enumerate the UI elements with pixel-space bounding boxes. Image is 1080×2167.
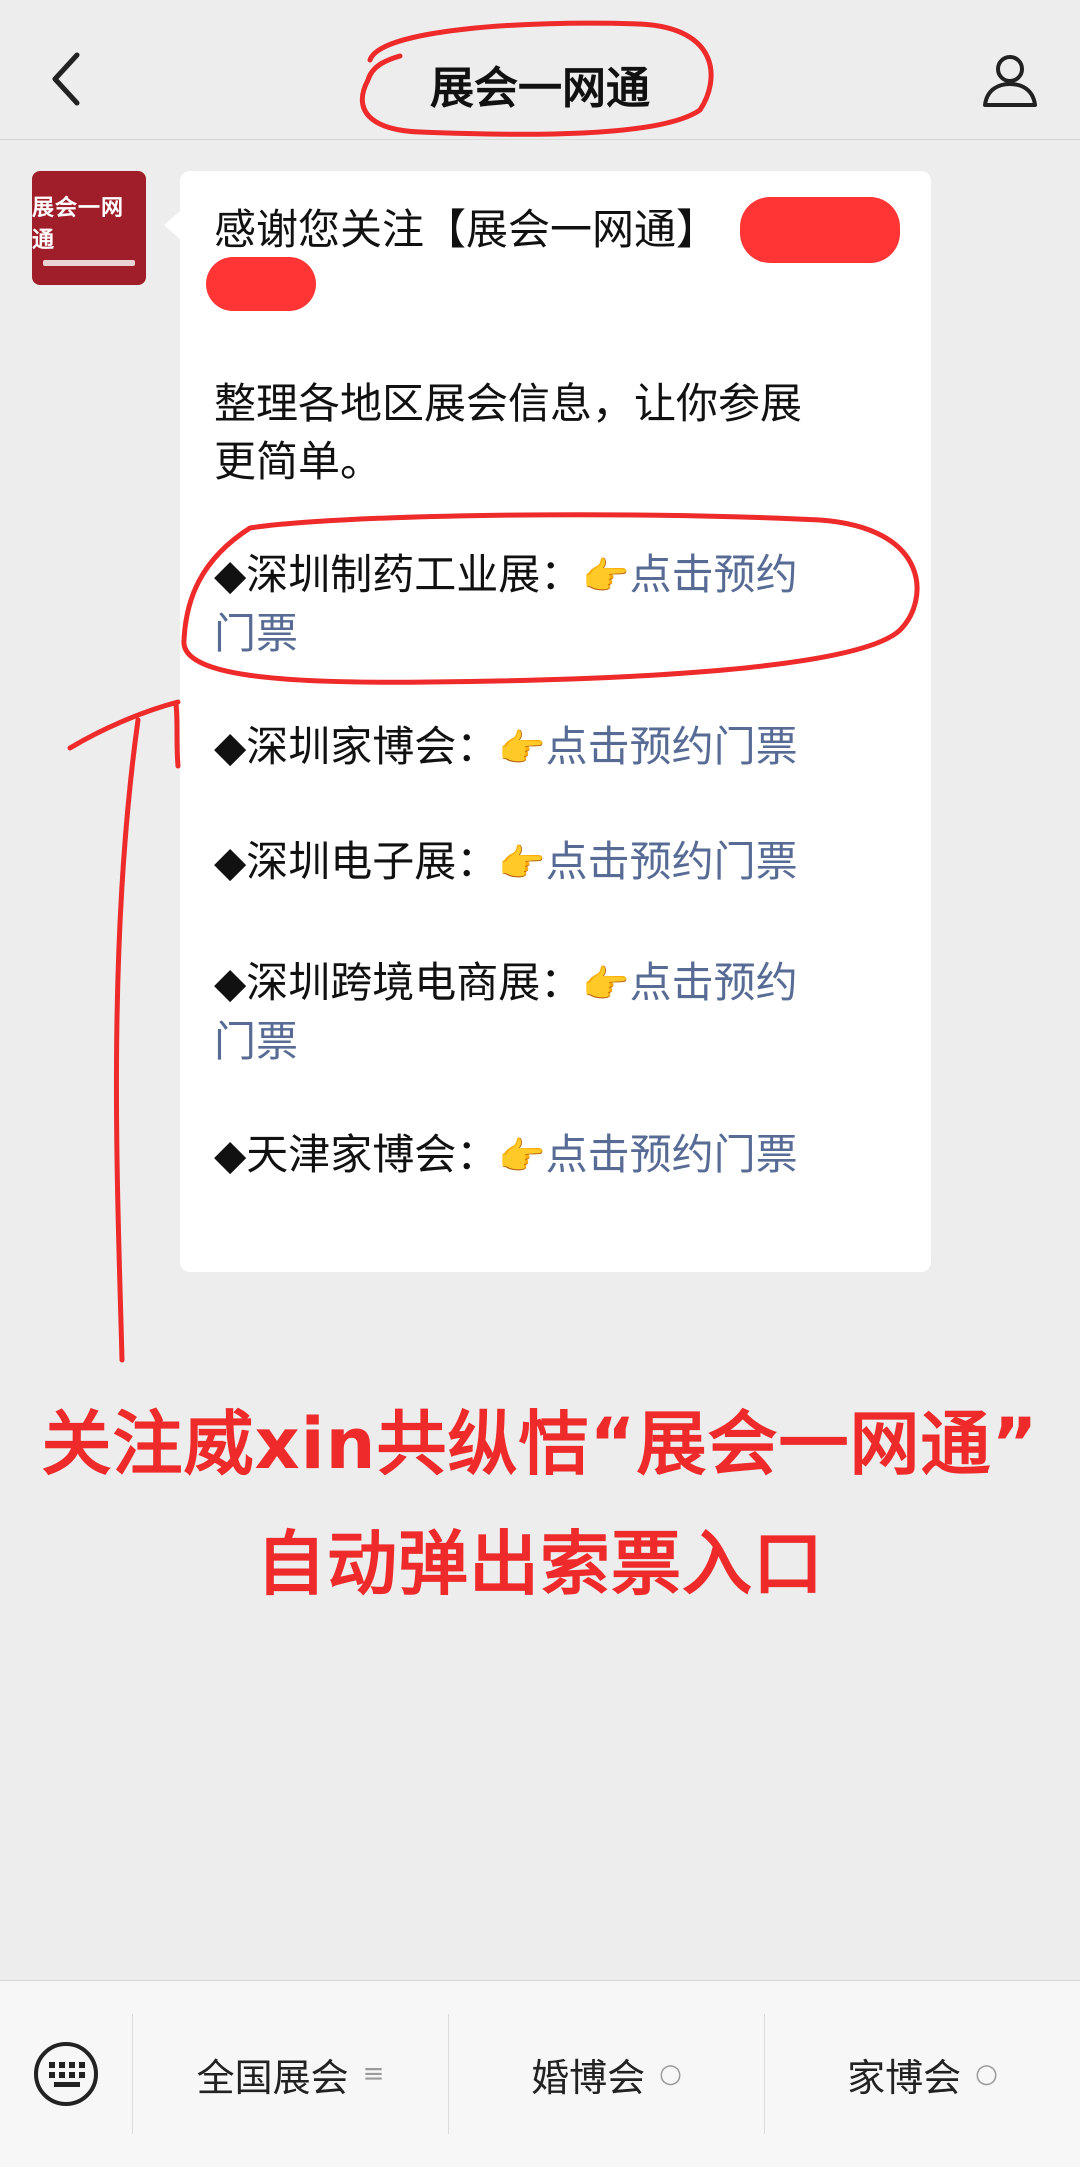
reserve-ticket-link[interactable]: 点击预约 <box>630 550 798 599</box>
reserve-ticket-link[interactable]: 点击预约 <box>630 958 798 1007</box>
item-label: ◆深圳家博会： <box>214 722 499 771</box>
menu-national-expos[interactable]: 全国展会 ≡ <box>133 2014 449 2134</box>
description-line-1: 整理各地区展会信息，让你参展 <box>214 379 803 428</box>
reserve-ticket-link-wrap[interactable]: 门票 <box>214 605 854 663</box>
hand-pointing-icon: 👉 <box>498 726 546 770</box>
message-bubble: 感谢您关注【展会一网通】 整理各地区展会信息，让你参展 更简单。 ◆深圳制药工业… <box>164 171 931 1272</box>
item-label: ◆深圳跨境电商展： <box>214 958 583 1007</box>
keyboard-toggle-button[interactable] <box>0 2014 133 2134</box>
arrow-head-annotation <box>67 699 181 769</box>
menu-label: 婚博会 <box>531 2055 646 2100</box>
hand-pointing-icon: 👉 <box>498 1134 546 1178</box>
avatar-subtitle-bar <box>43 260 135 266</box>
menu-wedding-expo[interactable]: 婚博会 ○ <box>449 2014 765 2134</box>
page-title: 展会一网通 <box>430 63 650 114</box>
item-label: ◆深圳制药工业展： <box>214 550 583 599</box>
navigation-bar: 展会一网通 <box>0 0 1080 140</box>
redaction-mark <box>740 197 900 263</box>
list-item: ◆深圳电子展：👉点击预约门票 <box>214 833 854 892</box>
account-avatar[interactable]: 展会一网通 <box>32 171 146 285</box>
reserve-ticket-link[interactable]: 点击预约门票 <box>546 1130 798 1179</box>
list-item: ◆深圳跨境电商展：👉点击预约 门票 <box>214 954 854 1071</box>
menu-label: 全国展会 <box>196 2055 349 2100</box>
reserve-ticket-link[interactable]: 点击预约门票 <box>546 837 798 886</box>
description-line-2: 更简单。 <box>214 437 383 486</box>
redaction-mark <box>206 257 316 311</box>
menu-home-expo[interactable]: 家博会 ○ <box>765 2014 1080 2134</box>
person-icon <box>983 55 1037 107</box>
description-text: 整理各地区展会信息，让你参展 更简单。 <box>214 375 854 491</box>
list-item: ◆深圳制药工业展：👉点击预约 门票 <box>214 546 854 663</box>
hand-pointing-icon: 👉 <box>498 841 546 885</box>
reserve-ticket-link[interactable]: 点击预约门票 <box>546 722 798 771</box>
profile-button[interactable] <box>974 44 1046 116</box>
arrow-annotation <box>113 717 141 1363</box>
intro-line: 感谢您关注【展会一网通】 <box>214 205 719 254</box>
reserve-ticket-link-wrap[interactable]: 门票 <box>214 1013 854 1071</box>
item-label: ◆天津家博会： <box>214 1130 499 1179</box>
promo-line-1: 关注威xin共纵恄“展会一网通” <box>41 1403 1039 1485</box>
hand-pointing-icon: 👉 <box>582 554 630 598</box>
item-label: ◆深圳电子展： <box>214 837 499 886</box>
avatar-logo-text: 展会一网通 <box>32 196 125 253</box>
bottom-menu-bar: 全国展会 ≡ 婚博会 ○ 家博会 ○ <box>0 1980 1080 2167</box>
chat-bubble-icon: ○ <box>975 2059 998 2089</box>
promo-line-2: 自动弹出索票入口 <box>256 1523 824 1605</box>
keyboard-icon <box>34 2042 98 2106</box>
list-item: ◆深圳家博会：👉点击预约门票 <box>214 718 854 777</box>
bubble-pointer <box>164 211 180 239</box>
hand-pointing-icon: 👉 <box>582 962 630 1006</box>
list-item: ◆天津家博会：👉点击预约门票 <box>214 1126 854 1185</box>
menu-label: 家博会 <box>847 2055 962 2100</box>
list-icon: ≡ <box>362 2059 385 2089</box>
chat-bubble-icon: ○ <box>659 2059 682 2089</box>
